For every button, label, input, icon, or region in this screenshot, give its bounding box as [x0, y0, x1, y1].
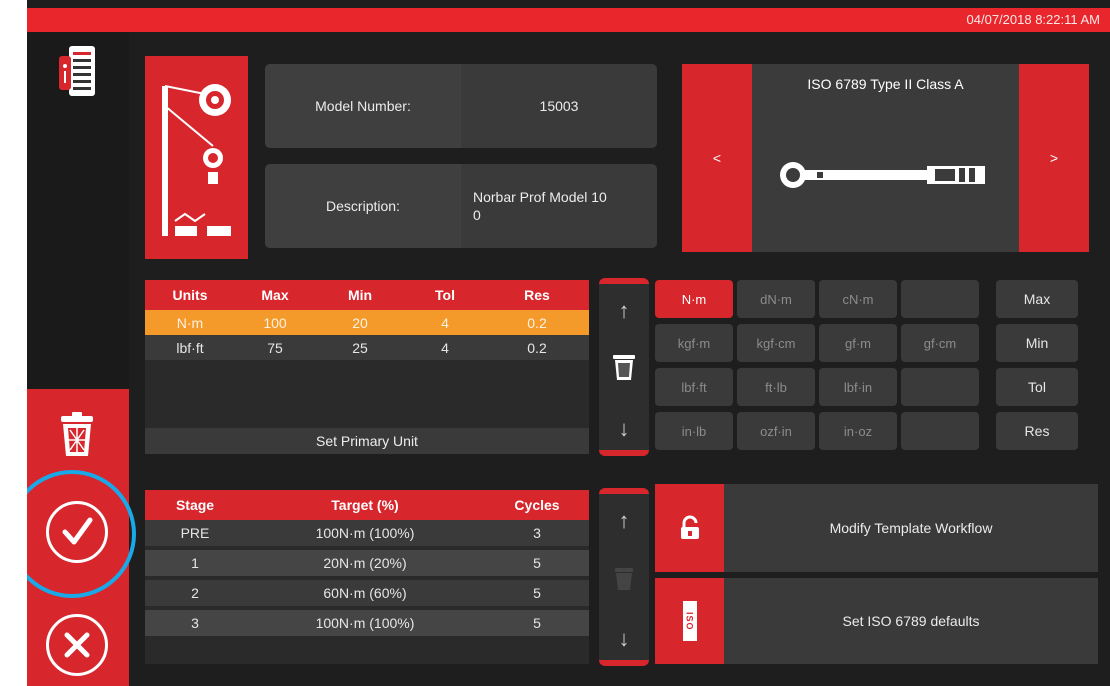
unit-button[interactable]: in·lb — [655, 412, 733, 450]
stages-trash-icon — [615, 568, 633, 590]
stages-header-cycles: Cycles — [514, 497, 560, 513]
standard-title: ISO 6789 Type II Class A — [807, 76, 964, 92]
stages-down-arrow-icon[interactable]: ↓ — [599, 626, 649, 652]
description-value[interactable]: Norbar Prof Model 10 0 — [461, 188, 657, 224]
units-table-header: Units Max Min Tol Res — [145, 280, 589, 310]
description-panel: Description: Norbar Prof Model 10 0 — [265, 164, 657, 248]
units-header-max: Max — [261, 287, 289, 303]
close-icon — [64, 632, 90, 658]
res-button[interactable]: Res — [996, 412, 1078, 450]
table-row[interactable]: lbf·ft 75 25 4 0.2 — [145, 335, 589, 360]
unit-button[interactable]: kgf·m — [655, 324, 733, 362]
units-header-min: Min — [347, 287, 373, 303]
stages-scroll-column: ↑ ↓ — [599, 488, 649, 666]
units-header-units: Units — [172, 287, 208, 303]
torque-wrench-schematic-icon — [162, 84, 231, 236]
model-number-label: Model Number: — [265, 64, 461, 148]
model-number-value[interactable]: 15003 — [461, 98, 657, 114]
table-row[interactable]: N·m 100 20 4 0.2 — [145, 310, 589, 335]
unit-button[interactable]: lbf·ft — [655, 368, 733, 406]
set-primary-unit-button[interactable]: Set Primary Unit — [145, 428, 589, 454]
padlock-icon — [655, 484, 724, 572]
tol-button[interactable]: Tol — [996, 368, 1078, 406]
unit-button[interactable] — [901, 412, 979, 450]
standard-prev-button[interactable]: < — [682, 64, 752, 252]
units-up-arrow-icon[interactable]: ↑ — [599, 298, 649, 324]
unit-button[interactable]: N·m — [655, 280, 733, 318]
unit-button[interactable] — [901, 368, 979, 406]
table-row[interactable]: PRE 100N·m (100%) 3 — [145, 520, 589, 546]
model-number-panel: Model Number: 15003 — [265, 64, 657, 148]
standard-selector: < > ISO 6789 Type II Class A — [682, 64, 1089, 252]
stages-table-header: Stage Target (%) Cycles — [145, 490, 589, 520]
stages-header-target: Target (%) — [331, 497, 399, 513]
unit-button[interactable]: lbf·in — [819, 368, 897, 406]
unit-button[interactable]: gf·cm — [901, 324, 979, 362]
top-bar: 04/07/2018 8:22:11 AM — [27, 8, 1110, 32]
stages-up-arrow-icon[interactable]: ↑ — [599, 508, 649, 534]
table-row[interactable]: 3 100N·m (100%) 5 — [145, 610, 589, 636]
units-down-arrow-icon[interactable]: ↓ — [599, 416, 649, 442]
units-header-res: Res — [524, 287, 550, 303]
tool-image — [145, 56, 248, 259]
table-row[interactable]: 1 20N·m (20%) 5 — [145, 550, 589, 576]
set-iso-defaults-button[interactable]: ISO Set ISO 6789 defaults — [655, 578, 1098, 664]
trash-icon[interactable] — [55, 410, 99, 460]
datetime-display: 04/07/2018 8:22:11 AM — [966, 12, 1100, 27]
modify-template-workflow-button[interactable]: Modify Template Workflow — [655, 484, 1098, 572]
unit-button[interactable] — [901, 280, 979, 318]
table-row[interactable]: 2 60N·m (60%) 5 — [145, 580, 589, 606]
units-header-tol: Tol — [435, 287, 455, 303]
cancel-button[interactable] — [46, 614, 108, 676]
unit-button[interactable]: ft·lb — [737, 368, 815, 406]
unit-button[interactable]: gf·m — [819, 324, 897, 362]
units-trash-icon[interactable] — [611, 352, 637, 382]
wrench-icon — [780, 162, 985, 188]
min-button[interactable]: Min — [996, 324, 1078, 362]
units-scroll-column: ↑ ↓ — [599, 278, 649, 456]
description-label: Description: — [265, 164, 461, 248]
unit-button[interactable]: dN·m — [737, 280, 815, 318]
unit-button[interactable]: in·oz — [819, 412, 897, 450]
app-window: 04/07/2018 8:22:11 AM Model Number: 1500… — [27, 0, 1110, 686]
document-icon[interactable] — [55, 42, 99, 102]
unit-button[interactable]: ozf·in — [737, 412, 815, 450]
standard-next-button[interactable]: > — [1019, 64, 1089, 252]
stages-table: Stage Target (%) Cycles PRE 100N·m (100%… — [145, 490, 589, 664]
units-table: Units Max Min Tol Res N·m 100 20 4 0.2 l… — [145, 280, 589, 454]
iso-icon: ISO — [655, 578, 724, 664]
unit-button[interactable]: cN·m — [819, 280, 897, 318]
unit-button[interactable]: kgf·cm — [737, 324, 815, 362]
set-iso-defaults-label: Set ISO 6789 defaults — [842, 613, 980, 629]
modify-template-workflow-label: Modify Template Workflow — [829, 520, 993, 536]
stages-header-stage: Stage — [175, 497, 215, 513]
max-button[interactable]: Max — [996, 280, 1078, 318]
